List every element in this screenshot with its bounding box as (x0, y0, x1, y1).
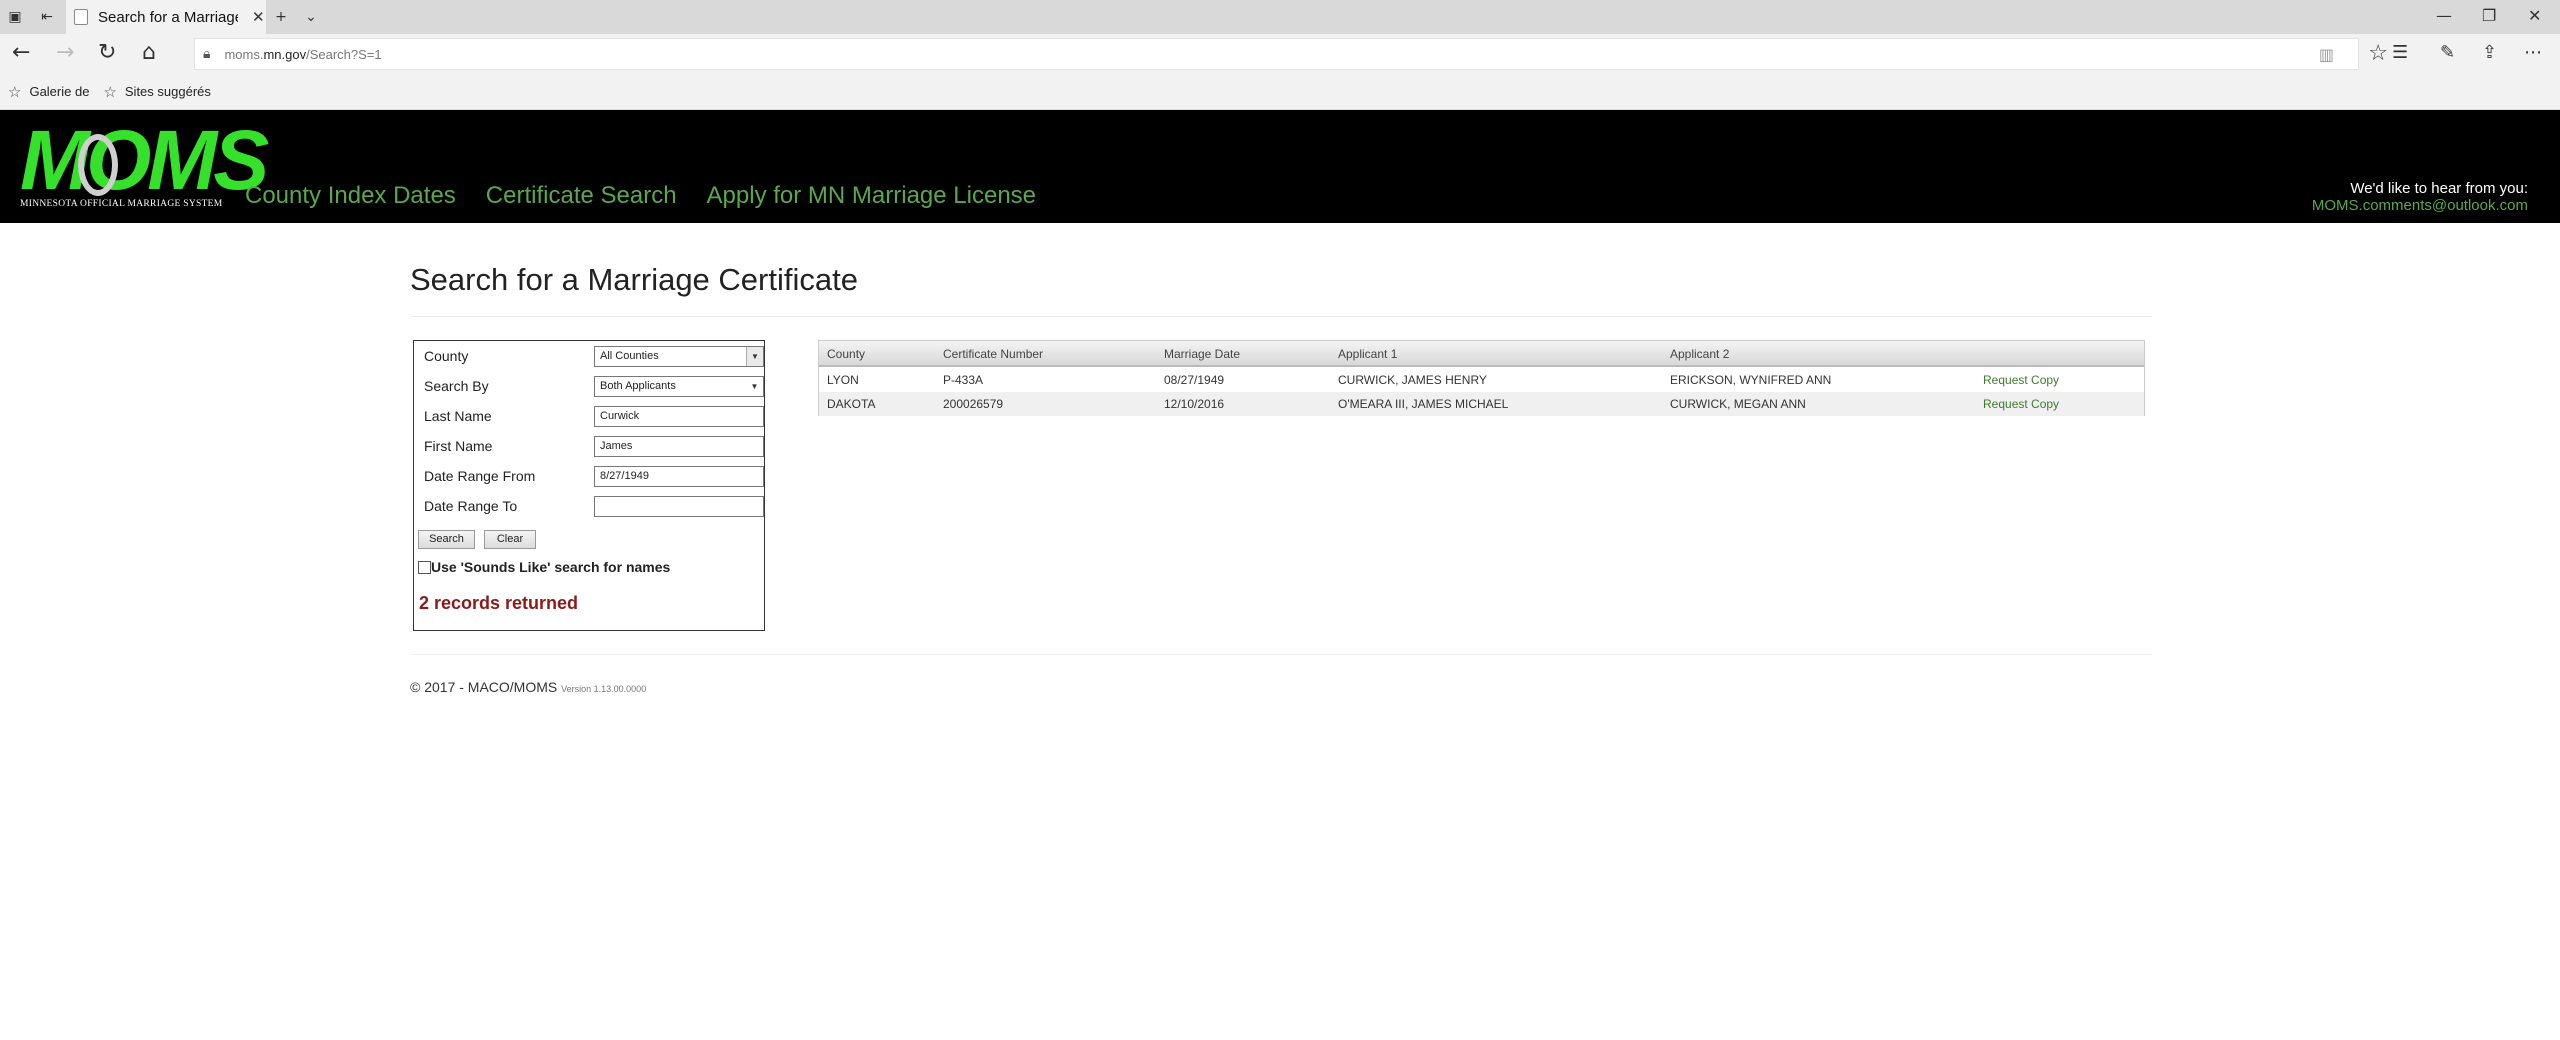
forward-arrow-icon[interactable]: → (56, 42, 74, 64)
home-icon[interactable]: ⌂ (142, 42, 156, 64)
moms-logo[interactable]: MOMS MINNESOTA OFFICIAL MARRIAGE SYSTEM (20, 118, 269, 212)
browser-tab[interactable]: Search for a Marriage C ✕ (66, 0, 266, 34)
county-label: County (424, 348, 469, 364)
page-title: Search for a Marriage Certificate (410, 262, 858, 297)
first-name-input[interactable]: James (594, 436, 764, 457)
web-note-icon[interactable]: ✎ (2440, 42, 2455, 64)
contact-label: We'd like to hear from you: (2350, 180, 2528, 197)
nav-county-index-dates[interactable]: County Index Dates (245, 182, 456, 210)
footer: © 2017 - MACO/MOMS Version 1.13.00.0000 (410, 679, 646, 695)
search-by-label: Search By (424, 378, 489, 394)
reading-view-icon[interactable]: ▥ (2319, 45, 2334, 64)
cell-date: 08/27/1949 (1164, 373, 1225, 387)
cell-date: 12/10/2016 (1164, 397, 1225, 411)
page-favicon-icon (74, 9, 88, 25)
new-tab-icon[interactable]: + (272, 8, 290, 26)
restore-icon[interactable]: ❐ (2482, 6, 2496, 25)
favorites-hub-icon[interactable]: ☰ (2392, 42, 2408, 64)
site-header: MOMS MINNESOTA OFFICIAL MARRIAGE SYSTEM … (0, 110, 2560, 223)
logo-wordmark: MOMS (20, 113, 269, 207)
first-name-label: First Name (424, 438, 493, 454)
logo-ring-icon (78, 134, 118, 196)
cell-certificate: P-433A (943, 373, 984, 387)
last-name-label: Last Name (424, 408, 492, 424)
search-by-select[interactable]: Both Applicants ▼ (594, 376, 764, 397)
results-table: County Certificate Number Marriage Date … (818, 340, 2145, 416)
tab-title: Search for a Marriage C (98, 8, 238, 26)
minimize-icon[interactable]: — (2436, 6, 2452, 25)
results-header: County Certificate Number Marriage Date … (819, 341, 2144, 367)
divider (410, 316, 2152, 317)
divider (410, 654, 2152, 655)
date-from-row: Date Range From 8/27/1949 (424, 466, 764, 488)
cell-certificate: 200026579 (943, 397, 1004, 411)
date-from-input[interactable]: 8/27/1949 (594, 466, 764, 487)
chevron-down-icon: ▼ (746, 377, 763, 396)
favorite-sites-suggeres[interactable]: ☆ Sites suggérés (103, 83, 210, 101)
address-bar[interactable]: 🔒︎ moms.mn.gov/Search?S=1 ▥ ☆ (194, 38, 2388, 70)
contact-email-link[interactable]: MOMS.comments@outlook.com (2312, 197, 2528, 214)
request-copy-link[interactable]: Request Copy (1983, 397, 2059, 411)
table-row: DAKOTA 200026579 12/10/2016 O'MEARA III,… (819, 392, 2144, 416)
contact-block: We'd like to hear from you: MOMS.comment… (2312, 180, 2528, 214)
column-county[interactable]: County (827, 347, 865, 361)
share-icon[interactable]: ⇪ (2482, 42, 2497, 64)
back-arrow-icon[interactable]: ← (12, 42, 30, 64)
nav-certificate-search[interactable]: Certificate Search (486, 182, 677, 210)
sounds-like-label: Use 'Sounds Like' search for names (431, 559, 671, 575)
cell-applicant-1: O'MEARA III, JAMES MICHAEL (1338, 397, 1509, 411)
more-menu-icon[interactable]: ⋯ (2524, 42, 2542, 64)
browser-navbar: ← → ↻ ⌂ 🔒︎ moms.mn.gov/Search?S=1 ▥ ☆ ☰ … (0, 34, 2560, 74)
tab-preview-chevron-icon[interactable]: ⌄ (302, 8, 320, 26)
clear-button[interactable]: Clear (484, 530, 536, 549)
search-form: County All Counties ▼ Search By Both App… (413, 340, 765, 631)
favorite-star-icon[interactable]: ☆ (2368, 41, 2388, 66)
star-icon: ☆ (8, 82, 22, 101)
tab-actions-icon[interactable]: ▣ (6, 8, 24, 26)
cell-applicant-2: ERICKSON, WYNIFRED ANN (1670, 373, 1832, 387)
version-text: Version 1.13.00.0000 (561, 684, 647, 694)
county-select[interactable]: All Counties ▼ (594, 346, 764, 367)
close-window-icon[interactable]: ✕ (2528, 6, 2541, 25)
column-applicant-1[interactable]: Applicant 1 (1338, 347, 1397, 361)
favorites-bar: ☆ Galerie de ☆ Sites suggérés (0, 74, 2560, 110)
chevron-down-icon: ▼ (746, 347, 763, 366)
star-icon: ☆ (103, 82, 117, 101)
sounds-like-checkbox[interactable] (418, 560, 431, 574)
last-name-row: Last Name Curwick (424, 406, 764, 428)
search-button[interactable]: Search (418, 530, 475, 549)
last-name-input[interactable]: Curwick (594, 406, 764, 427)
copyright-text: © 2017 - MACO/MOMS (410, 679, 558, 695)
cell-county: LYON (827, 373, 859, 387)
request-copy-link[interactable]: Request Copy (1983, 373, 2059, 387)
sounds-like-option: Use 'Sounds Like' search for names (418, 559, 670, 575)
close-tab-icon[interactable]: ✕ (252, 8, 265, 26)
nav-apply-license[interactable]: Apply for MN Marriage License (707, 182, 1036, 210)
favorite-galerie[interactable]: ☆ Galerie de (8, 83, 89, 101)
browser-tab-bar: ▣ ⇤ Search for a Marriage C ✕ + ⌄ — ❐ ✕ (0, 0, 2560, 34)
records-returned: 2 records returned (419, 593, 579, 613)
county-row: County All Counties ▼ (424, 346, 764, 368)
main-nav: County Index Dates Certificate Search Ap… (245, 182, 1066, 210)
cell-applicant-1: CURWICK, JAMES HENRY (1338, 373, 1487, 387)
column-applicant-2[interactable]: Applicant 2 (1670, 347, 1729, 361)
cell-applicant-2: CURWICK, MEGAN ANN (1670, 397, 1806, 411)
column-marriage-date[interactable]: Marriage Date (1164, 347, 1240, 361)
cell-county: DAKOTA (827, 397, 876, 411)
url-text: moms.mn.gov/Search?S=1 (224, 46, 382, 62)
table-row: LYON P-433A 08/27/1949 CURWICK, JAMES HE… (819, 368, 2144, 392)
refresh-icon[interactable]: ↻ (98, 42, 116, 64)
date-to-input[interactable] (594, 496, 764, 517)
column-certificate-number[interactable]: Certificate Number (943, 347, 1043, 361)
lock-icon: 🔒︎ (203, 46, 211, 62)
logo-subtitle: MINNESOTA OFFICIAL MARRIAGE SYSTEM (20, 199, 223, 209)
date-from-label: Date Range From (424, 468, 536, 484)
date-to-row: Date Range To (424, 496, 764, 518)
first-name-row: First Name James (424, 436, 764, 458)
set-tabs-aside-icon[interactable]: ⇤ (38, 8, 56, 26)
search-by-row: Search By Both Applicants ▼ (424, 376, 764, 398)
date-to-label: Date Range To (424, 498, 518, 514)
